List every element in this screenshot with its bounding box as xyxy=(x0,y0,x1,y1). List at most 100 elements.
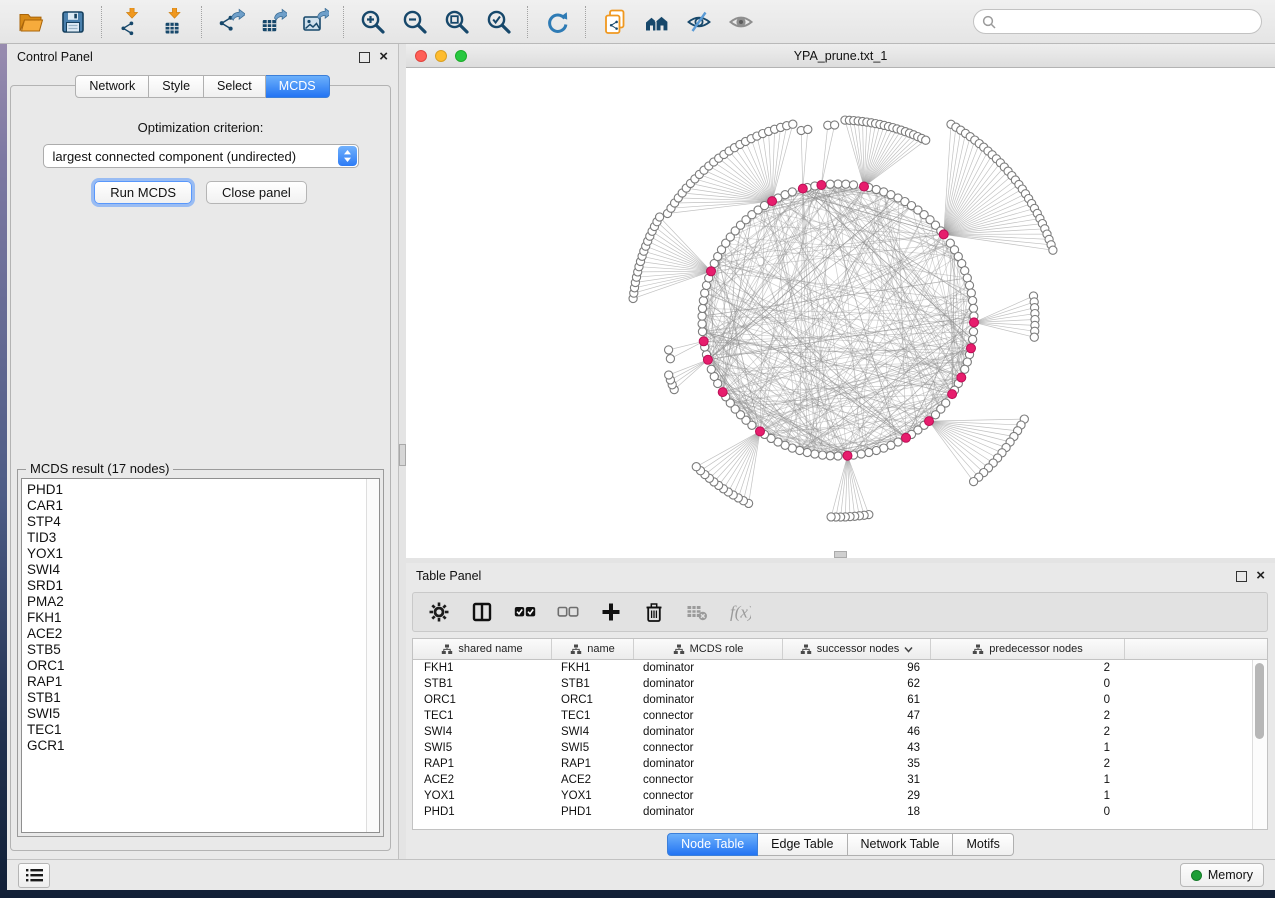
cell-MCDS-role[interactable]: dominator xyxy=(634,806,783,818)
cell-predecessor-nodes[interactable]: 0 xyxy=(931,678,1125,690)
cell-shared-name[interactable]: TEC1 xyxy=(413,710,552,722)
mcds-result-item[interactable]: STP4 xyxy=(27,514,379,530)
cell-MCDS-role[interactable]: dominator xyxy=(634,662,783,674)
dominator-node[interactable] xyxy=(798,184,807,193)
cell-successor-nodes[interactable]: 47 xyxy=(783,710,931,722)
mcds-result-item[interactable]: TID3 xyxy=(27,530,379,546)
first-neighbors-button[interactable] xyxy=(642,7,672,37)
import-table-button[interactable] xyxy=(158,7,188,37)
mcds-list-scrollbar[interactable] xyxy=(366,479,379,832)
cell-name[interactable]: PHD1 xyxy=(552,806,634,818)
tab-network-table[interactable]: Network Table xyxy=(848,833,954,856)
cell-name[interactable]: TEC1 xyxy=(552,710,634,722)
cell-name[interactable]: RAP1 xyxy=(552,758,634,770)
table-scrollbar-thumb[interactable] xyxy=(1255,663,1264,739)
add-row-button[interactable] xyxy=(600,601,622,623)
network-graph[interactable] xyxy=(406,68,1275,558)
cell-predecessor-nodes[interactable]: 2 xyxy=(931,726,1125,738)
dominator-node[interactable] xyxy=(967,344,976,353)
cell-predecessor-nodes[interactable]: 0 xyxy=(931,694,1125,706)
dominator-node[interactable] xyxy=(970,318,979,327)
tab-mcds[interactable]: MCDS xyxy=(266,75,330,98)
cell-MCDS-role[interactable]: dominator xyxy=(634,758,783,770)
zoom-out-button[interactable] xyxy=(400,7,430,37)
tab-motifs[interactable]: Motifs xyxy=(953,833,1013,856)
cell-successor-nodes[interactable]: 35 xyxy=(783,758,931,770)
settings-button[interactable] xyxy=(428,601,450,623)
close-panel-icon[interactable]: × xyxy=(379,52,388,62)
dominator-node[interactable] xyxy=(902,433,911,442)
cell-shared-name[interactable]: FKH1 xyxy=(413,662,552,674)
cell-predecessor-nodes[interactable]: 2 xyxy=(931,662,1125,674)
float-table-panel-icon[interactable] xyxy=(1236,571,1247,582)
cell-successor-nodes[interactable]: 43 xyxy=(783,742,931,754)
cell-MCDS-role[interactable]: connector xyxy=(634,790,783,802)
dominator-node[interactable] xyxy=(948,390,957,399)
mcds-result-item[interactable]: GCR1 xyxy=(27,738,379,754)
dominator-node[interactable] xyxy=(699,337,708,346)
cell-shared-name[interactable]: RAP1 xyxy=(413,758,552,770)
mcds-result-item[interactable]: PHD1 xyxy=(27,482,379,498)
open-file-button[interactable] xyxy=(16,7,46,37)
delete-table-button[interactable] xyxy=(686,601,708,623)
column-header-predecessor-nodes[interactable]: predecessor nodes xyxy=(931,639,1125,659)
dominator-node[interactable] xyxy=(957,373,966,382)
dominator-node[interactable] xyxy=(939,230,948,239)
dominator-node[interactable] xyxy=(925,417,934,426)
dominator-node[interactable] xyxy=(707,267,716,276)
export-network-button[interactable] xyxy=(216,7,246,37)
search-box[interactable] xyxy=(973,9,1262,34)
cell-name[interactable]: ACE2 xyxy=(552,774,634,786)
select-all-button[interactable] xyxy=(514,601,536,623)
table-row[interactable]: SWI4SWI4dominator462 xyxy=(413,724,1267,740)
table-row[interactable]: SWI5SWI5connector431 xyxy=(413,740,1267,756)
dominator-node[interactable] xyxy=(756,427,765,436)
import-network-button[interactable] xyxy=(116,7,146,37)
cell-shared-name[interactable]: ORC1 xyxy=(413,694,552,706)
cell-successor-nodes[interactable]: 29 xyxy=(783,790,931,802)
dominator-node[interactable] xyxy=(718,388,727,397)
show-all-button[interactable] xyxy=(726,7,756,37)
cell-shared-name[interactable]: YOX1 xyxy=(413,790,552,802)
refresh-layout-button[interactable] xyxy=(542,7,572,37)
mcds-result-item[interactable]: STB1 xyxy=(27,690,379,706)
cell-shared-name[interactable]: SWI4 xyxy=(413,726,552,738)
table-row[interactable]: FKH1FKH1dominator962 xyxy=(413,660,1267,676)
table-row[interactable]: STB1STB1dominator620 xyxy=(413,676,1267,692)
table-row[interactable]: RAP1RAP1dominator352 xyxy=(413,756,1267,772)
cell-predecessor-nodes[interactable]: 2 xyxy=(931,758,1125,770)
clone-network-button[interactable] xyxy=(600,7,630,37)
table-scrollbar[interactable] xyxy=(1252,660,1267,829)
cell-name[interactable]: STB1 xyxy=(552,678,634,690)
cell-MCDS-role[interactable]: connector xyxy=(634,710,783,722)
cell-MCDS-role[interactable]: dominator xyxy=(634,694,783,706)
export-table-button[interactable] xyxy=(258,7,288,37)
mcds-result-item[interactable]: TEC1 xyxy=(27,722,379,738)
cell-name[interactable]: FKH1 xyxy=(552,662,634,674)
cell-name[interactable]: YOX1 xyxy=(552,790,634,802)
mcds-result-item[interactable]: SRD1 xyxy=(27,578,379,594)
cell-predecessor-nodes[interactable]: 1 xyxy=(931,774,1125,786)
mcds-result-item[interactable]: CAR1 xyxy=(27,498,379,514)
vertical-splitter[interactable] xyxy=(399,44,406,859)
search-input[interactable] xyxy=(1001,14,1253,30)
splitter-handle[interactable] xyxy=(399,444,406,466)
horizontal-splitter-handle[interactable] xyxy=(834,551,847,558)
memory-button[interactable]: Memory xyxy=(1180,863,1264,887)
network-titlebar[interactable]: YPA_prune.txt_1 xyxy=(406,44,1275,68)
cell-predecessor-nodes[interactable]: 0 xyxy=(931,806,1125,818)
cell-successor-nodes[interactable]: 62 xyxy=(783,678,931,690)
deselect-all-button[interactable] xyxy=(557,601,579,623)
cell-MCDS-role[interactable]: dominator xyxy=(634,678,783,690)
tab-style[interactable]: Style xyxy=(149,75,204,98)
cell-successor-nodes[interactable]: 31 xyxy=(783,774,931,786)
mcds-result-item[interactable]: ACE2 xyxy=(27,626,379,642)
column-header-successor-nodes[interactable]: successor nodes xyxy=(783,639,931,659)
save-session-button[interactable] xyxy=(58,7,88,37)
table-row[interactable]: PHD1PHD1dominator180 xyxy=(413,804,1267,820)
export-image-button[interactable] xyxy=(300,7,330,37)
zoom-in-button[interactable] xyxy=(358,7,388,37)
mcds-result-item[interactable]: ORC1 xyxy=(27,658,379,674)
delete-row-button[interactable] xyxy=(643,601,665,623)
cell-shared-name[interactable]: ACE2 xyxy=(413,774,552,786)
